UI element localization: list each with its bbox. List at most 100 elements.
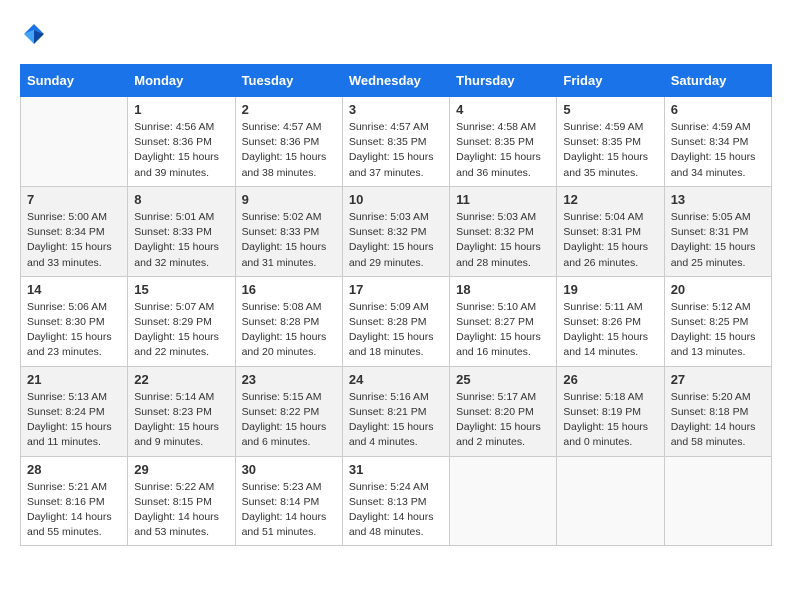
day-info: Sunrise: 5:00 AM Sunset: 8:34 PM Dayligh…	[27, 210, 121, 271]
day-number: 23	[242, 372, 336, 387]
calendar-cell: 16 Sunrise: 5:08 AM Sunset: 8:28 PM Dayli…	[235, 276, 342, 366]
day-number: 20	[671, 282, 765, 297]
day-number: 18	[456, 282, 550, 297]
calendar-header-thursday: Thursday	[450, 65, 557, 97]
calendar-cell: 13 Sunrise: 5:05 AM Sunset: 8:31 PM Dayli…	[664, 186, 771, 276]
calendar-cell: 22 Sunrise: 5:14 AM Sunset: 8:23 PM Dayli…	[128, 366, 235, 456]
day-info: Sunrise: 5:05 AM Sunset: 8:31 PM Dayligh…	[671, 210, 765, 271]
day-number: 10	[349, 192, 443, 207]
calendar-header-monday: Monday	[128, 65, 235, 97]
day-number: 9	[242, 192, 336, 207]
day-number: 26	[563, 372, 657, 387]
calendar-cell: 18 Sunrise: 5:10 AM Sunset: 8:27 PM Dayli…	[450, 276, 557, 366]
logo	[20, 20, 52, 48]
calendar-cell: 6Sunrise: 4:59 AM Sunset: 8:34 PM Daylig…	[664, 97, 771, 187]
page-header	[20, 20, 772, 48]
day-info: Sunrise: 5:21 AM Sunset: 8:16 PM Dayligh…	[27, 480, 121, 541]
calendar-cell	[21, 97, 128, 187]
logo-icon	[20, 20, 48, 48]
day-info: Sunrise: 5:07 AM Sunset: 8:29 PM Dayligh…	[134, 300, 228, 361]
day-info: Sunrise: 5:23 AM Sunset: 8:14 PM Dayligh…	[242, 480, 336, 541]
day-number: 12	[563, 192, 657, 207]
day-number: 2	[242, 102, 336, 117]
day-number: 21	[27, 372, 121, 387]
day-number: 24	[349, 372, 443, 387]
day-number: 15	[134, 282, 228, 297]
calendar-week-row: 7 Sunrise: 5:00 AM Sunset: 8:34 PM Daylig…	[21, 186, 772, 276]
day-info: Sunrise: 5:09 AM Sunset: 8:28 PM Dayligh…	[349, 300, 443, 361]
day-info: Sunrise: 4:57 AM Sunset: 8:36 PM Dayligh…	[242, 120, 336, 181]
calendar-cell: 19Sunrise: 5:11 AM Sunset: 8:26 PM Dayli…	[557, 276, 664, 366]
day-number: 8	[134, 192, 228, 207]
day-number: 7	[27, 192, 121, 207]
calendar-header-wednesday: Wednesday	[342, 65, 449, 97]
calendar-table: SundayMondayTuesdayWednesdayThursdayFrid…	[20, 64, 772, 546]
calendar-cell: 7 Sunrise: 5:00 AM Sunset: 8:34 PM Daylig…	[21, 186, 128, 276]
calendar-cell: 28 Sunrise: 5:21 AM Sunset: 8:16 PM Dayli…	[21, 456, 128, 546]
day-number: 3	[349, 102, 443, 117]
calendar-week-row: 14 Sunrise: 5:06 AM Sunset: 8:30 PM Dayli…	[21, 276, 772, 366]
calendar-cell: 5 Sunrise: 4:59 AM Sunset: 8:35 PM Daylig…	[557, 97, 664, 187]
day-info: Sunrise: 5:16 AM Sunset: 8:21 PM Dayligh…	[349, 390, 443, 451]
day-info: Sunrise: 5:06 AM Sunset: 8:30 PM Dayligh…	[27, 300, 121, 361]
day-number: 22	[134, 372, 228, 387]
calendar-cell	[450, 456, 557, 546]
day-info: Sunrise: 5:22 AM Sunset: 8:15 PM Dayligh…	[134, 480, 228, 541]
day-number: 6	[671, 102, 765, 117]
calendar-cell: 27Sunrise: 5:20 AM Sunset: 8:18 PM Dayli…	[664, 366, 771, 456]
calendar-cell: 8 Sunrise: 5:01 AM Sunset: 8:33 PM Daylig…	[128, 186, 235, 276]
calendar-cell: 21Sunrise: 5:13 AM Sunset: 8:24 PM Dayli…	[21, 366, 128, 456]
day-info: Sunrise: 5:03 AM Sunset: 8:32 PM Dayligh…	[456, 210, 550, 271]
calendar-cell: 12 Sunrise: 5:04 AM Sunset: 8:31 PM Dayli…	[557, 186, 664, 276]
calendar-cell: 10 Sunrise: 5:03 AM Sunset: 8:32 PM Dayli…	[342, 186, 449, 276]
day-info: Sunrise: 5:01 AM Sunset: 8:33 PM Dayligh…	[134, 210, 228, 271]
day-number: 28	[27, 462, 121, 477]
day-number: 31	[349, 462, 443, 477]
day-info: Sunrise: 5:03 AM Sunset: 8:32 PM Dayligh…	[349, 210, 443, 271]
day-info: Sunrise: 5:18 AM Sunset: 8:19 PM Dayligh…	[563, 390, 657, 451]
day-number: 16	[242, 282, 336, 297]
calendar-cell: 31 Sunrise: 5:24 AM Sunset: 8:13 PM Dayli…	[342, 456, 449, 546]
day-info: Sunrise: 5:10 AM Sunset: 8:27 PM Dayligh…	[456, 300, 550, 361]
day-number: 5	[563, 102, 657, 117]
calendar-cell: 23 Sunrise: 5:15 AM Sunset: 8:22 PM Dayli…	[235, 366, 342, 456]
calendar-week-row: 1Sunrise: 4:56 AM Sunset: 8:36 PM Daylig…	[21, 97, 772, 187]
day-info: Sunrise: 5:04 AM Sunset: 8:31 PM Dayligh…	[563, 210, 657, 271]
day-number: 30	[242, 462, 336, 477]
calendar-week-row: 21Sunrise: 5:13 AM Sunset: 8:24 PM Dayli…	[21, 366, 772, 456]
calendar-cell: 3Sunrise: 4:57 AM Sunset: 8:35 PM Daylig…	[342, 97, 449, 187]
day-info: Sunrise: 4:59 AM Sunset: 8:35 PM Dayligh…	[563, 120, 657, 181]
calendar-cell: 25Sunrise: 5:17 AM Sunset: 8:20 PM Dayli…	[450, 366, 557, 456]
calendar-header-saturday: Saturday	[664, 65, 771, 97]
calendar-cell: 11 Sunrise: 5:03 AM Sunset: 8:32 PM Dayli…	[450, 186, 557, 276]
day-number: 19	[563, 282, 657, 297]
day-info: Sunrise: 5:08 AM Sunset: 8:28 PM Dayligh…	[242, 300, 336, 361]
day-info: Sunrise: 5:12 AM Sunset: 8:25 PM Dayligh…	[671, 300, 765, 361]
calendar-cell: 26 Sunrise: 5:18 AM Sunset: 8:19 PM Dayli…	[557, 366, 664, 456]
calendar-cell	[557, 456, 664, 546]
calendar-cell: 2 Sunrise: 4:57 AM Sunset: 8:36 PM Daylig…	[235, 97, 342, 187]
day-number: 1	[134, 102, 228, 117]
calendar-header-friday: Friday	[557, 65, 664, 97]
calendar-cell: 4Sunrise: 4:58 AM Sunset: 8:35 PM Daylig…	[450, 97, 557, 187]
day-info: Sunrise: 5:20 AM Sunset: 8:18 PM Dayligh…	[671, 390, 765, 451]
calendar-header-tuesday: Tuesday	[235, 65, 342, 97]
day-number: 13	[671, 192, 765, 207]
day-info: Sunrise: 5:02 AM Sunset: 8:33 PM Dayligh…	[242, 210, 336, 271]
day-number: 11	[456, 192, 550, 207]
day-info: Sunrise: 5:15 AM Sunset: 8:22 PM Dayligh…	[242, 390, 336, 451]
day-number: 14	[27, 282, 121, 297]
calendar-cell: 17 Sunrise: 5:09 AM Sunset: 8:28 PM Dayli…	[342, 276, 449, 366]
day-info: Sunrise: 5:14 AM Sunset: 8:23 PM Dayligh…	[134, 390, 228, 451]
day-info: Sunrise: 4:58 AM Sunset: 8:35 PM Dayligh…	[456, 120, 550, 181]
calendar-header-row: SundayMondayTuesdayWednesdayThursdayFrid…	[21, 65, 772, 97]
calendar-cell	[664, 456, 771, 546]
day-number: 17	[349, 282, 443, 297]
calendar-cell: 20 Sunrise: 5:12 AM Sunset: 8:25 PM Dayli…	[664, 276, 771, 366]
calendar-cell: 29 Sunrise: 5:22 AM Sunset: 8:15 PM Dayli…	[128, 456, 235, 546]
day-number: 25	[456, 372, 550, 387]
calendar-cell: 14 Sunrise: 5:06 AM Sunset: 8:30 PM Dayli…	[21, 276, 128, 366]
calendar-header-sunday: Sunday	[21, 65, 128, 97]
day-info: Sunrise: 5:24 AM Sunset: 8:13 PM Dayligh…	[349, 480, 443, 541]
day-number: 29	[134, 462, 228, 477]
